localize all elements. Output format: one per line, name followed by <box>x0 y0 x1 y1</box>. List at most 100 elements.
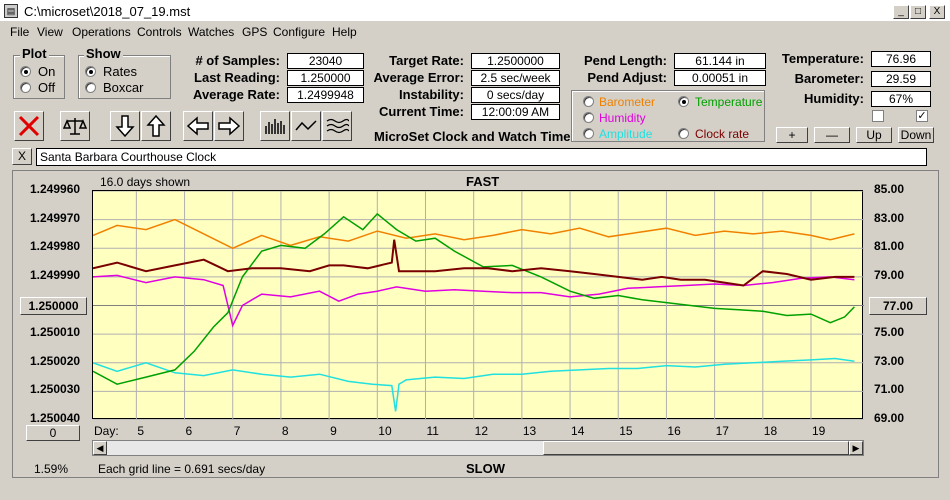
humidity-reading-field: 67% <box>871 91 931 107</box>
humidity-radio[interactable] <box>583 112 594 123</box>
wave-icon <box>295 120 317 131</box>
scale-minus-button[interactable]: — <box>814 127 850 143</box>
target-rate-field[interactable]: 1.2500000 <box>471 53 560 69</box>
humidity-label: Humidity <box>599 111 646 125</box>
rate-center-button[interactable]: 1.250000 <box>20 297 87 315</box>
temp-center-button[interactable]: 77.00 <box>869 297 927 315</box>
left-tick-label: 1.249970 <box>30 210 81 225</box>
offset-button[interactable]: 0 <box>26 425 80 441</box>
scale-down-button[interactable]: Down <box>898 127 934 143</box>
arrow-down-icon <box>115 115 135 138</box>
menu-controls[interactable]: Controls <box>137 25 182 39</box>
scale-plus-button[interactable]: + <box>776 127 808 143</box>
scroll-right-arrow-icon[interactable]: ▶ <box>849 441 863 455</box>
show-boxcar-radio[interactable] <box>85 82 96 93</box>
scroll-left-arrow-icon[interactable]: ◀ <box>93 441 107 455</box>
menu-configure[interactable]: Configure <box>273 25 325 39</box>
app-icon[interactable]: ▤ <box>4 4 18 18</box>
average-rate-field: 1.2499948 <box>287 87 364 103</box>
up-button[interactable] <box>141 111 171 141</box>
right-tick-label: 73.00 <box>874 353 905 368</box>
line-plot-button[interactable] <box>291 111 321 141</box>
x-tick-label: 12 <box>474 424 489 438</box>
menu-file[interactable]: File <box>10 25 29 39</box>
x-tick-label: 8 <box>281 424 289 438</box>
x-tick-label: 13 <box>522 424 537 438</box>
x-tick-label: 7 <box>233 424 241 438</box>
right-tick-label: 81.00 <box>874 239 905 254</box>
time-scrollbar[interactable]: ◀ ▶ <box>92 440 864 456</box>
menu-watches[interactable]: Watches <box>188 25 234 39</box>
show-group-title: Show <box>84 46 123 61</box>
left-tick-label: 1.249990 <box>30 267 81 282</box>
chart-title-fast: FAST <box>466 174 500 189</box>
clock-rate-radio[interactable] <box>678 128 689 139</box>
arrow-up-icon <box>146 114 166 137</box>
menu-gps[interactable]: GPS <box>242 25 267 39</box>
show-rates-radio[interactable] <box>85 66 96 77</box>
barometer-reading-field: 29.59 <box>871 71 931 87</box>
last-reading-field: 1.250000 <box>287 70 364 86</box>
clock-name-input[interactable]: Santa Barbara Courthouse Clock <box>36 148 927 166</box>
average-rate-label: Average Rate: <box>193 87 280 102</box>
plot-off-radio[interactable] <box>20 82 31 93</box>
plot-group-title: Plot <box>20 46 49 61</box>
plot-off-label: Off <box>38 80 56 95</box>
instability-label: Instability: <box>398 87 464 102</box>
left-tick-label: 1.250020 <box>30 353 81 368</box>
temperature-reading-label: Temperature: <box>781 51 864 66</box>
chart-title-slow: SLOW <box>466 461 505 476</box>
x-tick-label: 11 <box>426 424 439 438</box>
close-button[interactable]: X <box>929 5 945 19</box>
samples-field: 23040 <box>287 53 364 69</box>
show-boxcar-label: Boxcar <box>103 80 144 95</box>
grid-note: Each grid line = 0.691 secs/day <box>98 462 266 476</box>
scale-up-button[interactable]: Up <box>856 127 892 143</box>
percent-label: 1.59% <box>34 462 69 476</box>
menu-view[interactable]: View <box>37 25 63 39</box>
menu-help[interactable]: Help <box>332 25 357 39</box>
clear-name-button[interactable]: X <box>12 148 32 165</box>
right-tick-label: 83.00 <box>874 210 905 225</box>
bar-chart-icon <box>265 119 285 134</box>
barometer-radio[interactable] <box>583 96 594 107</box>
sensor-checkbox-2[interactable]: ✓ <box>916 110 928 122</box>
days-shown-label: 16.0 days shown <box>100 175 191 189</box>
plot-on-radio[interactable] <box>20 66 31 77</box>
amplitude-label: Amplitude <box>599 127 653 141</box>
pend-length-field: 61.144 in <box>674 53 766 69</box>
multi-plot-button[interactable] <box>322 111 352 141</box>
last-reading-label: Last Reading: <box>194 70 280 85</box>
arrow-left-icon <box>186 116 209 136</box>
sensor-checkbox-1[interactable] <box>872 110 884 122</box>
right-button[interactable] <box>214 111 244 141</box>
menu-bar: File View Operations Controls Watches GP… <box>0 22 950 42</box>
plot-on-label: On <box>38 64 56 79</box>
x-axis-label: Day: <box>94 424 119 438</box>
maximize-button[interactable]: □ <box>910 5 926 19</box>
menu-operations[interactable]: Operations <box>72 25 131 39</box>
x-tick-label: 9 <box>330 424 337 438</box>
left-tick-label: 1.249980 <box>30 239 81 254</box>
temperature-radio[interactable] <box>678 96 689 107</box>
down-button[interactable] <box>110 111 140 141</box>
clock-rate-label: Clock rate <box>695 127 750 141</box>
x-tick-label: 16 <box>667 424 681 438</box>
minimize-button[interactable]: _ <box>893 5 909 19</box>
target-rate-label: Target Rate: <box>389 53 464 68</box>
waves-icon <box>326 118 349 134</box>
current-time-field: 12:00:09 AM <box>471 104 560 120</box>
amplitude-radio[interactable] <box>583 128 594 139</box>
temperature-reading-field: 76.96 <box>871 51 931 67</box>
histogram-button[interactable] <box>260 111 290 141</box>
show-rates-label: Rates <box>103 64 137 79</box>
stop-button[interactable] <box>14 111 44 141</box>
app-title: MicroSet Clock and Watch Timer <box>374 129 576 144</box>
scroll-thumb[interactable] <box>543 441 849 455</box>
plot-area[interactable] <box>92 190 864 421</box>
left-button[interactable] <box>183 111 213 141</box>
calibrate-button[interactable] <box>60 111 90 141</box>
x-tick-label: 19 <box>811 424 826 438</box>
left-tick-label: 1.249960 <box>30 182 81 196</box>
x-tick-label: 15 <box>619 424 633 438</box>
